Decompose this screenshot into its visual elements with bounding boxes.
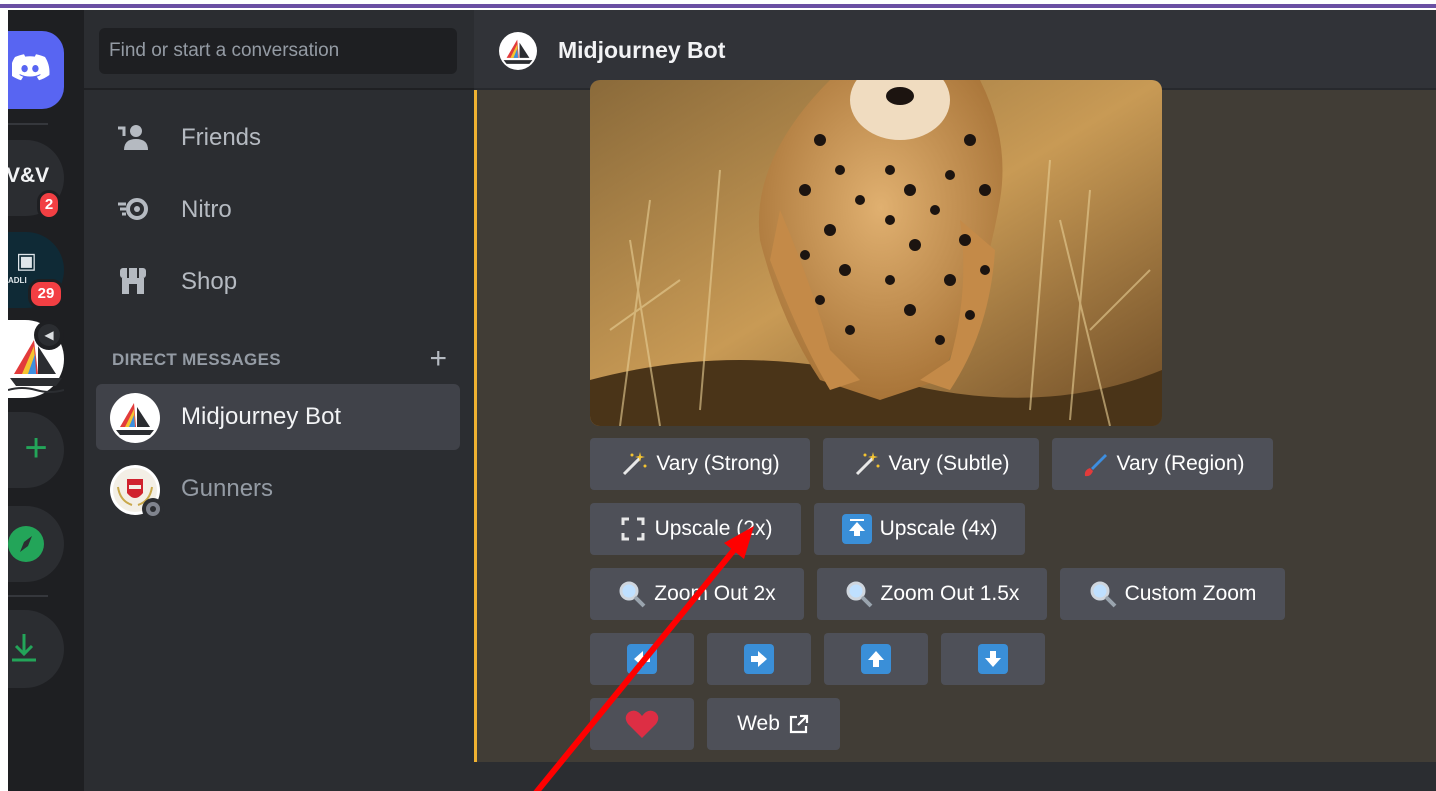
button-label: Vary (Strong) (656, 452, 780, 475)
generated-image-cheetah[interactable] (590, 80, 1162, 426)
tv-robot-icon: ▣ (16, 248, 37, 273)
sidebar-item-label: Friends (181, 124, 262, 151)
create-dm-plus-icon[interactable]: + (429, 344, 447, 374)
midjourney-sailboat-icon (503, 39, 533, 64)
heart-icon (625, 710, 659, 738)
favorite-button[interactable] (590, 698, 694, 750)
magnifier-icon (619, 581, 646, 608)
dm-sidebar: Friends Nitro Shop DIRECT MESSAGES + (84, 10, 474, 791)
web-link-button[interactable]: Web (707, 698, 840, 750)
channel-header: Midjourney Bot (474, 10, 1436, 90)
expand-icon (621, 517, 645, 541)
rail-separator (8, 595, 48, 597)
magic-wand-icon (855, 452, 879, 476)
sidebar-item-friends[interactable]: Friends (96, 106, 460, 170)
channel-main: Midjourney Bot Vary (Strong) Vary (Subtl… (474, 10, 1436, 791)
channel-title: Midjourney Bot (558, 37, 726, 63)
voice-indicator: ◀ (34, 320, 64, 350)
offline-status-indicator (142, 498, 164, 520)
button-label: Zoom Out 2x (654, 582, 776, 605)
direct-messages-label: DIRECT MESSAGES (112, 350, 281, 369)
magic-wand-icon (623, 452, 647, 476)
discord-app: V&V 2 ▣ ADLI 29 ◀ + Find or start a conv… (8, 10, 1436, 791)
window-top-edge (0, 0, 1436, 10)
server-tv-label: ADLI (8, 276, 27, 285)
pan-up-button[interactable] (824, 633, 928, 685)
download-apps-button[interactable] (8, 610, 64, 688)
upscale-2x-button[interactable]: Upscale (2x) (590, 503, 801, 555)
server-vv-label: V&V (8, 164, 50, 187)
button-label: Vary (Subtle) (888, 452, 1010, 475)
upscale-4x-button[interactable]: Upscale (4x) (814, 503, 1025, 555)
magnifier-icon (1090, 581, 1116, 608)
friends-icon (118, 125, 148, 150)
sidebar-item-label: Shop (181, 268, 238, 295)
sidebar-item-label: Nitro (181, 196, 232, 223)
magnifier-icon (846, 581, 872, 608)
button-label: Upscale (2x) (654, 517, 773, 540)
server-rail: V&V 2 ▣ ADLI 29 ◀ + (8, 10, 84, 791)
vary-strong-button[interactable]: Vary (Strong) (590, 438, 810, 490)
vary-region-button[interactable]: Vary (Region) (1052, 438, 1273, 490)
discord-home-button[interactable] (8, 31, 64, 109)
midjourney-sailboat-icon (116, 403, 154, 435)
avatar (110, 393, 160, 443)
message-composer-edge (474, 762, 1436, 791)
dm-item-midjourney-bot[interactable]: Midjourney Bot (96, 384, 460, 450)
search-bar-container (84, 10, 474, 90)
custom-zoom-button[interactable]: Custom Zoom (1060, 568, 1285, 620)
external-link-icon (789, 714, 809, 734)
button-label: Custom Zoom (1124, 582, 1257, 605)
browser-accent-bar (0, 4, 1436, 8)
arrow-up-bar-icon (841, 514, 872, 544)
pan-right-button[interactable] (707, 633, 811, 685)
zoom-out-2x-button[interactable]: Zoom Out 2x (590, 568, 804, 620)
shop-icon (120, 268, 146, 294)
server-tv-mention-badge: 29 (28, 279, 64, 309)
speaker-icon: ◀ (38, 324, 60, 346)
plus-icon: + (24, 426, 48, 470)
arrow-up-icon (861, 644, 891, 674)
zoom-out-1-5x-button[interactable]: Zoom Out 1.5x (817, 568, 1047, 620)
dm-item-label: Gunners (181, 475, 274, 502)
message-area: Vary (Strong) Vary (Subtle) Vary (Region… (474, 80, 1436, 762)
server-vv-mention-badge: 2 (37, 190, 61, 220)
download-icon (12, 634, 36, 662)
cheetah-image (590, 80, 1162, 426)
find-conversation-input[interactable] (99, 28, 457, 74)
sidebar-item-nitro[interactable]: Nitro (96, 178, 460, 242)
dm-item-gunners[interactable]: Gunners (96, 456, 460, 522)
sidebar-item-shop[interactable]: Shop (96, 250, 460, 314)
nitro-icon (118, 198, 148, 220)
button-label: Zoom Out 1.5x (880, 582, 1020, 605)
rail-separator (8, 123, 48, 125)
explore-servers-button[interactable] (8, 506, 64, 582)
discord-logo-icon (12, 54, 50, 81)
pan-down-button[interactable] (941, 633, 1045, 685)
button-label: Vary (Region) (1116, 452, 1245, 475)
add-server-button[interactable]: + (8, 412, 64, 488)
avatar (499, 32, 537, 70)
button-label: Web (737, 712, 780, 735)
dm-item-label: Midjourney Bot (181, 403, 342, 430)
arrow-down-icon (978, 644, 1008, 674)
arrow-right-icon (744, 644, 774, 674)
arrow-left-icon (627, 644, 657, 674)
compass-icon (8, 526, 44, 562)
button-label: Upscale (4x) (879, 517, 998, 540)
direct-messages-header: DIRECT MESSAGES + (112, 344, 447, 374)
pan-left-button[interactable] (590, 633, 694, 685)
paintbrush-icon (1084, 454, 1107, 477)
vary-subtle-button[interactable]: Vary (Subtle) (823, 438, 1039, 490)
